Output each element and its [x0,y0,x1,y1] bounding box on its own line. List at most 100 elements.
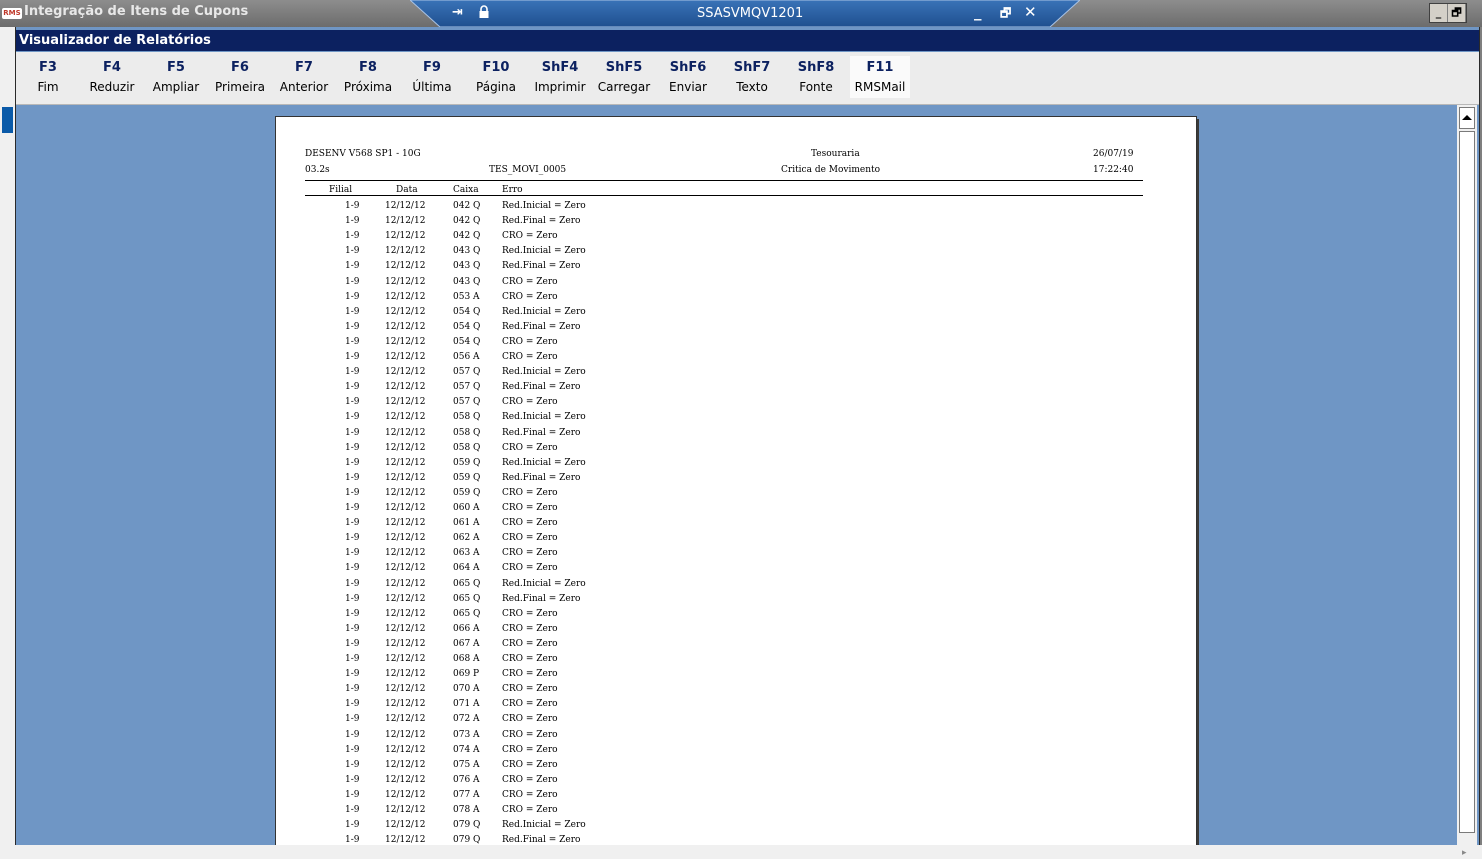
resize-grip-icon[interactable]: ▸ [1462,848,1467,858]
cell-erro: CRO = Zero [502,638,558,649]
cell-erro: CRO = Zero [502,744,558,755]
cell-caixa: 064 A [453,563,480,574]
cell-data: 12/12/12 [385,714,426,725]
cell-data: 12/12/12 [385,578,426,589]
remote-restore-button[interactable]: 🗗 [1000,4,1011,25]
cell-caixa: 043 Q [453,276,481,287]
fkey-button-f3[interactable]: F3 Fim [18,56,78,98]
table-row: 1-9 12/12/12 054 Q Red.Inicial = Zero [276,307,1176,322]
cell-erro: CRO = Zero [502,608,558,619]
scroll-up-button[interactable] [1459,107,1475,129]
cell-data: 12/12/12 [385,472,426,483]
cell-erro: CRO = Zero [502,503,558,513]
cell-data: 12/12/12 [385,835,426,846]
cell-caixa: 075 A [453,759,480,770]
table-row: 1-9 12/12/12 068 A CRO = Zero [276,654,1176,669]
fkey-label: Ampliar [152,80,200,94]
bottom-strip [0,845,1482,859]
left-accent-marker [2,107,13,133]
cell-erro: CRO = Zero [502,336,558,347]
table-row: 1-9 12/12/12 054 Q Red.Final = Zero [276,322,1176,337]
cell-filial: 1-9 [345,352,360,362]
fkey-button-shf4[interactable]: ShF4 Imprimir [530,56,590,98]
cell-data: 12/12/12 [385,774,426,785]
cell-erro: CRO = Zero [502,654,558,664]
cell-caixa: 069 P [453,669,480,680]
cell-caixa: 058 Q [453,442,481,453]
cell-data: 12/12/12 [385,729,426,740]
cell-data: 12/12/12 [385,548,426,559]
cell-caixa: 054 Q [453,321,481,332]
cell-data: 12/12/12 [385,291,426,302]
table-row: 1-9 12/12/12 077 A CRO = Zero [276,790,1176,805]
cell-erro: Red.Inicial = Zero [502,306,586,317]
table-row: 1-9 12/12/12 057 Q Red.Inicial = Zero [276,367,1176,382]
cell-caixa: 059 Q [453,457,481,468]
table-row: 1-9 12/12/12 075 A CRO = Zero [276,760,1176,775]
cell-erro: Red.Inicial = Zero [502,412,586,423]
cell-erro: Red.Inicial = Zero [502,578,586,589]
cell-data: 12/12/12 [385,352,426,362]
fkey-button-f9[interactable]: F9 Última [402,56,462,98]
cell-filial: 1-9 [345,578,360,589]
cell-erro: CRO = Zero [502,759,558,770]
table-row: 1-9 12/12/12 042 Q CRO = Zero [276,231,1176,246]
fkey-button-f11[interactable]: F11 RMSMail [850,56,910,98]
cell-filial: 1-9 [345,201,360,211]
cell-caixa: 066 A [453,623,480,634]
fkey-button-f4[interactable]: F4 Reduzir [82,56,142,98]
cell-caixa: 059 Q [453,472,481,483]
table-row: 1-9 12/12/12 058 Q Red.Final = Zero [276,428,1176,443]
fkey-button-shf5[interactable]: ShF5 Carregar [594,56,654,98]
table-row: 1-9 12/12/12 065 Q Red.Final = Zero [276,594,1176,609]
cell-caixa: 063 A [453,548,480,559]
pin-icon[interactable]: ⇥ [452,5,463,20]
scroll-thumb[interactable] [1459,131,1475,833]
report-system: DESENV V568 SP1 - 10G [305,149,421,159]
fkey-key: F7 [295,60,313,75]
fkey-button-f8[interactable]: F8 Próxima [338,56,398,98]
left-strip [0,27,15,845]
table-row: 1-9 12/12/12 078 A CRO = Zero [276,805,1176,820]
fkey-label: Texto [736,80,768,94]
cell-data: 12/12/12 [385,608,426,619]
report-version: 03.2s [305,165,330,175]
cell-filial: 1-9 [345,805,360,815]
cell-filial: 1-9 [345,246,360,257]
fkey-button-f7[interactable]: F7 Anterior [274,56,334,98]
minimize-button[interactable]: _ [1430,4,1448,22]
remote-close-button[interactable]: ✕ [1024,3,1037,21]
cell-erro: CRO = Zero [502,805,558,815]
table-row: 1-9 12/12/12 065 Q Red.Inicial = Zero [276,579,1176,594]
fkey-label: Enviar [669,80,707,94]
chevron-up-icon [1462,115,1472,120]
app-logo-icon: RMS [2,8,22,19]
cell-erro: Red.Final = Zero [502,216,581,227]
cell-data: 12/12/12 [385,276,426,287]
remote-minimize-button[interactable]: _ [974,3,982,21]
fkey-button-shf7[interactable]: ShF7 Texto [722,56,782,98]
cell-data: 12/12/12 [385,638,426,649]
fkey-button-f5[interactable]: F5 Ampliar [146,56,206,98]
cell-filial: 1-9 [345,412,360,423]
restore-button[interactable]: 🗗 [1448,4,1466,22]
table-row: 1-9 12/12/12 070 A CRO = Zero [276,684,1176,699]
cell-filial: 1-9 [345,759,360,770]
fkey-button-shf8[interactable]: ShF8 Fonte [786,56,846,98]
table-row: 1-9 12/12/12 067 A CRO = Zero [276,639,1176,654]
cell-data: 12/12/12 [385,759,426,770]
cell-filial: 1-9 [345,533,360,544]
cell-filial: 1-9 [345,397,360,408]
cell-filial: 1-9 [345,231,360,242]
report-time: 17:22:40 [1093,165,1134,175]
table-row: 1-9 12/12/12 043 Q CRO = Zero [276,277,1176,292]
fkey-button-f10[interactable]: F10 Página [466,56,526,98]
cell-erro: Red.Final = Zero [502,321,581,332]
fkey-button-f6[interactable]: F6 Primeira [210,56,270,98]
fkey-label: Primeira [215,80,265,94]
table-row: 1-9 12/12/12 076 A CRO = Zero [276,775,1176,790]
vertical-scrollbar[interactable] [1457,105,1477,847]
fkey-button-shf6[interactable]: ShF6 Enviar [658,56,718,98]
table-row: 1-9 12/12/12 079 Q Red.Inicial = Zero [276,820,1176,835]
report-date: 26/07/19 [1093,149,1134,159]
